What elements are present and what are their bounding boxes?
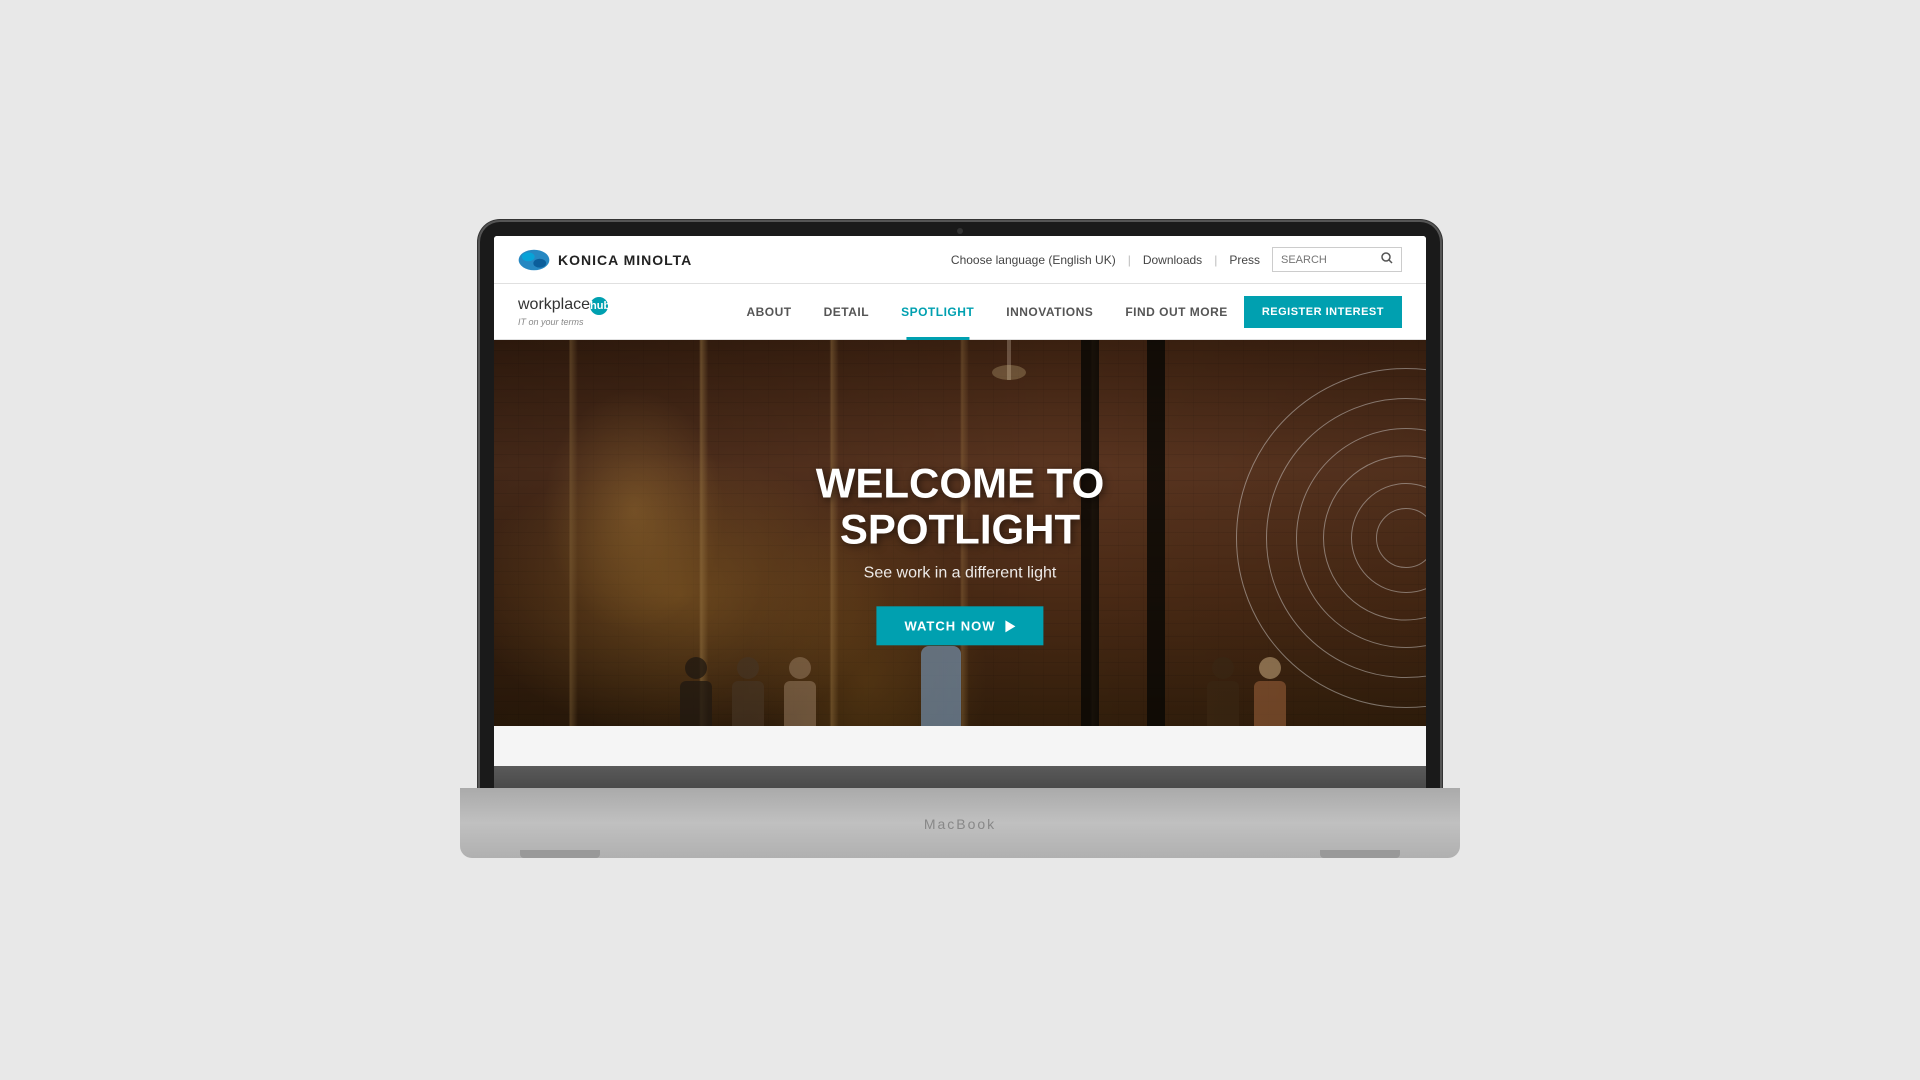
downloads-link[interactable]: Downloads xyxy=(1143,253,1202,267)
laptop-chin xyxy=(494,766,1426,788)
press-link[interactable]: Press xyxy=(1229,253,1260,267)
brand-name: workplacehub xyxy=(518,296,608,315)
camera-dot xyxy=(957,228,963,234)
laptop-foot-right xyxy=(1320,850,1400,858)
search-icon xyxy=(1381,252,1393,264)
search-button[interactable] xyxy=(1381,252,1393,267)
workplacehub-logo[interactable]: workplacehub IT on your terms xyxy=(518,296,608,327)
bottom-white-bar xyxy=(494,726,1426,766)
top-right-nav: Choose language (English UK) | Downloads… xyxy=(951,247,1402,272)
hero-title-line1: WELCOME TO xyxy=(680,460,1239,506)
separator-1: | xyxy=(1128,253,1131,267)
konica-minolta-logo-icon xyxy=(518,249,550,271)
top-navigation-bar: KONICA MINOLTA Choose language (English … xyxy=(494,236,1426,284)
website-viewport: KONICA MINOLTA Choose language (English … xyxy=(494,236,1426,766)
laptop-base: MacBook xyxy=(460,788,1460,858)
main-nav-links: ABOUT DETAIL SPOTLIGHT INNOVATIONS FIND … xyxy=(730,284,1402,340)
search-input[interactable] xyxy=(1281,254,1381,266)
sub-navigation-bar: workplacehub IT on your terms ABOUT DETA… xyxy=(494,284,1426,340)
macbook-brand-label: MacBook xyxy=(460,788,1460,832)
konica-minolta-logo[interactable]: KONICA MINOLTA xyxy=(518,249,692,271)
separator-2: | xyxy=(1214,253,1217,267)
watch-now-label: WATCH NOW xyxy=(904,619,995,634)
hero-section: WELCOME TO SPOTLIGHT See work in a diffe… xyxy=(494,340,1426,766)
nav-detail[interactable]: DETAIL xyxy=(808,284,885,340)
search-box[interactable] xyxy=(1272,247,1402,272)
register-interest-button[interactable]: REGISTER INTEREST xyxy=(1244,296,1402,328)
brand-tagline: IT on your terms xyxy=(518,317,608,327)
nav-innovations[interactable]: INNOVATIONS xyxy=(990,284,1109,340)
watch-now-button[interactable]: WATCH NOW xyxy=(876,607,1043,646)
hero-title-line2: SPOTLIGHT xyxy=(680,507,1239,553)
hero-text-container: WELCOME TO SPOTLIGHT See work in a diffe… xyxy=(680,460,1239,645)
hero-title: WELCOME TO SPOTLIGHT xyxy=(680,460,1239,552)
laptop-foot-left xyxy=(520,850,600,858)
laptop-screen: KONICA MINOLTA Choose language (English … xyxy=(480,222,1440,788)
play-icon xyxy=(1006,620,1016,632)
logo-brand-text: KONICA MINOLTA xyxy=(558,252,692,268)
nav-spotlight[interactable]: SPOTLIGHT xyxy=(885,284,990,340)
nav-about[interactable]: ABOUT xyxy=(730,284,807,340)
nav-find-out-more[interactable]: FIND OUT MORE xyxy=(1109,284,1244,340)
hero-subtitle: See work in a different light xyxy=(680,565,1239,583)
language-selector[interactable]: Choose language (English UK) xyxy=(951,253,1116,267)
